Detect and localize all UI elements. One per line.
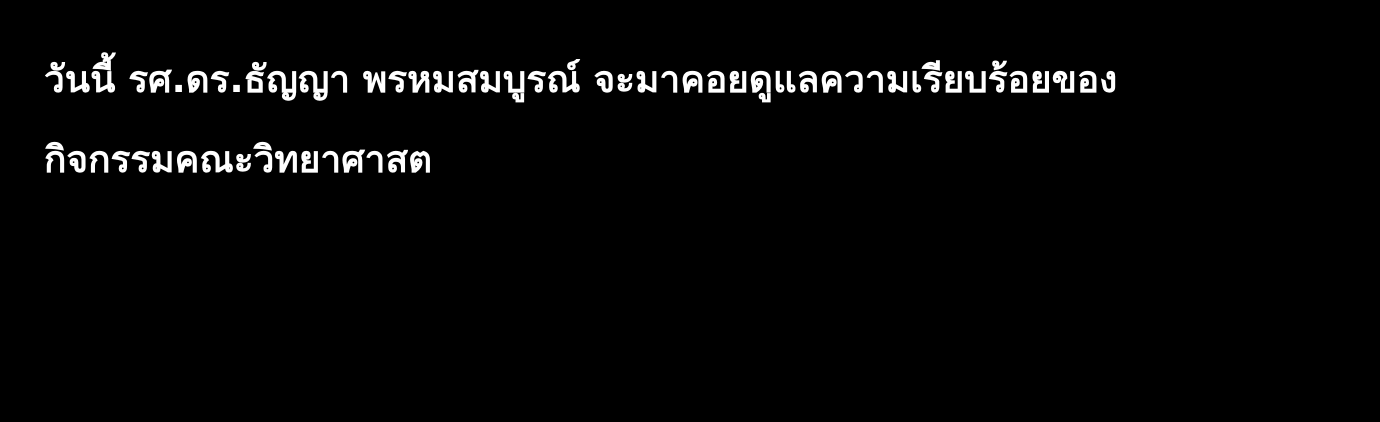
- video-frame: วันนี้ รศ.ดร.ธัญญา พรหมสมบูรณ์ จะมาคอยดู…: [0, 0, 1380, 422]
- subtitle-line-1: วันนี้ รศ.ดร.ธัญญา พรหมสมบูรณ์ จะมาคอยดู…: [44, 58, 1118, 101]
- subtitle-line-2: กิจกรรมคณะวิทยาศาสต: [44, 138, 433, 181]
- subtitle-caption: วันนี้ รศ.ดร.ธัญญา พรหมสมบูรณ์ จะมาคอยดู…: [44, 40, 1344, 200]
